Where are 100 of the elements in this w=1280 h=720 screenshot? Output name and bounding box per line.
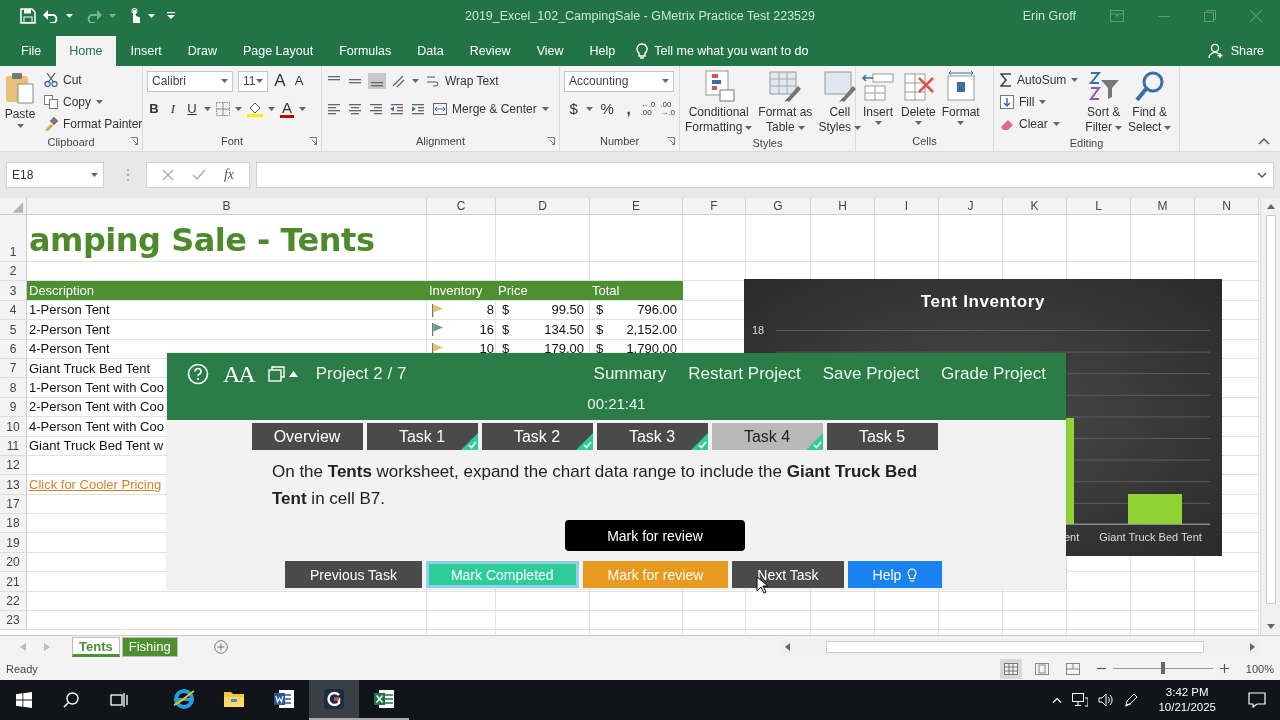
cell-styles-button[interactable]: Cell Styles — [817, 70, 863, 135]
undo-icon[interactable] — [42, 9, 60, 23]
borders-icon[interactable] — [216, 102, 230, 116]
task-tab[interactable]: Task 4 — [711, 423, 823, 450]
find-select-button[interactable]: Find & Select — [1127, 70, 1173, 135]
zoom-in-icon[interactable] — [1219, 664, 1229, 673]
task-button[interactable]: Help — [847, 561, 943, 588]
add-sheet-icon[interactable] — [213, 639, 228, 654]
task-view-icon[interactable] — [110, 692, 128, 708]
ribbon-tab[interactable]: Data — [404, 36, 457, 66]
clock-time[interactable]: 3:42 PM — [1165, 685, 1209, 700]
row-header[interactable]: 2 — [0, 262, 27, 282]
dialog-launcher-icon[interactable] — [130, 137, 138, 145]
panel-link[interactable]: Summary — [593, 364, 667, 384]
chevron-up-icon[interactable] — [1052, 697, 1063, 703]
format-as-table-button[interactable]: Format as Table — [757, 70, 814, 135]
increase-indent-icon[interactable] — [410, 102, 426, 116]
row-header[interactable]: 10 — [0, 417, 27, 437]
insert-cells-button[interactable]: Insert — [860, 70, 896, 133]
delete-cells-button[interactable]: Delete — [900, 70, 937, 133]
conditional-formatting-button[interactable]: Conditional Formatting — [684, 70, 754, 135]
sheet-tab[interactable]: Tents — [72, 636, 120, 657]
ribbon-tab[interactable]: File — [8, 36, 55, 66]
notifications-icon[interactable] — [1248, 692, 1266, 708]
row-header[interactable]: 23 — [0, 611, 27, 631]
underline-button[interactable]: U — [185, 100, 199, 118]
orientation-icon[interactable] — [391, 74, 407, 88]
ribbon-tab[interactable]: Draw — [174, 36, 230, 66]
hand-icon[interactable] — [128, 8, 142, 24]
sort-filter-button[interactable]: Sort & Filter — [1084, 70, 1124, 135]
zoom-slider-thumb[interactable] — [1160, 662, 1165, 674]
wrap-text-button[interactable]: Wrap Text — [424, 71, 501, 91]
name-box[interactable]: E18 — [6, 162, 104, 188]
insert-function-button[interactable]: fx — [223, 167, 234, 183]
row-header[interactable]: 13 — [0, 475, 27, 495]
decrease-decimal-button[interactable]: .00 →.0 — [660, 101, 675, 117]
ribbon-tab[interactable]: Page Layout — [229, 36, 327, 66]
ribbon-tab[interactable]: Help — [576, 36, 629, 66]
row-header[interactable]: 8 — [0, 378, 27, 398]
windows-start-icon[interactable] — [16, 692, 32, 708]
zoom-level[interactable]: 100% — [1245, 662, 1274, 675]
dialog-launcher-icon[interactable] — [547, 137, 555, 145]
align-right-icon[interactable] — [368, 102, 384, 116]
task-tab[interactable]: Task 3 — [596, 423, 708, 450]
ribbon-tab[interactable]: Formulas — [326, 36, 405, 66]
window-mode-button[interactable] — [267, 366, 298, 382]
vertical-scrollbar[interactable] — [1260, 198, 1280, 635]
task-tab[interactable]: Task 1 — [366, 423, 478, 450]
cut-button[interactable]: Cut — [42, 70, 145, 90]
format-painter-button[interactable]: Format Painter — [42, 114, 145, 134]
help-icon[interactable] — [187, 363, 209, 385]
align-left-icon[interactable] — [326, 102, 342, 116]
dialog-launcher-icon[interactable] — [309, 137, 317, 145]
share-button[interactable]: Share — [1207, 36, 1280, 66]
percent-button[interactable]: % — [600, 100, 615, 118]
number-format-dropdown[interactable]: Accounting — [564, 70, 674, 92]
mark-for-review-button[interactable]: Mark for review — [565, 520, 745, 551]
row-header[interactable]: 1 — [0, 215, 27, 262]
currency-button[interactable]: $ — [566, 100, 581, 118]
row-header[interactable]: 3 — [0, 281, 27, 301]
row-header[interactable]: 21 — [0, 572, 27, 592]
panel-link[interactable]: Grade Project — [941, 364, 1046, 384]
page-layout-view-icon[interactable] — [1034, 662, 1049, 675]
autosum-button[interactable]: AutoSum — [998, 70, 1081, 90]
align-bottom-icon[interactable] — [368, 73, 386, 89]
ribbon-tab[interactable]: Home — [56, 36, 116, 66]
row-header[interactable]: 18 — [0, 514, 27, 534]
ribbon-tab[interactable]: View — [523, 36, 577, 66]
network-icon[interactable] — [1072, 693, 1089, 707]
task-tab[interactable]: Task 5 — [826, 423, 938, 450]
decrease-indent-icon[interactable] — [389, 102, 405, 116]
align-center-icon[interactable] — [347, 102, 363, 116]
clear-button[interactable]: Clear — [998, 114, 1081, 134]
collapse-ribbon-icon[interactable] — [1258, 137, 1270, 145]
panel-link[interactable]: Save Project — [822, 364, 920, 384]
merge-center-button[interactable]: Merge & Center — [431, 99, 551, 119]
task-tab[interactable]: Task 2 — [481, 423, 593, 450]
fill-color-icon[interactable] — [247, 101, 263, 117]
panel-link[interactable]: Restart Project — [688, 364, 801, 384]
tell-me-search[interactable]: Tell me what you want to do — [628, 36, 809, 66]
formula-input[interactable] — [256, 162, 1274, 188]
volume-icon[interactable] — [1098, 693, 1115, 707]
text-size-button[interactable]: AA — [223, 360, 254, 388]
page-break-view-icon[interactable] — [1065, 662, 1080, 675]
save-icon[interactable] — [20, 8, 36, 24]
row-header[interactable]: 5 — [0, 320, 27, 340]
task-button[interactable]: Next Task — [732, 561, 844, 588]
ribbon-tab[interactable]: Insert — [117, 36, 175, 66]
expand-icon[interactable] — [1257, 172, 1267, 178]
paste-button[interactable]: Paste — [4, 70, 36, 134]
font-name-dropdown[interactable]: Calibri — [147, 70, 233, 92]
font-size-dropdown[interactable]: 11 — [238, 70, 268, 92]
dialog-launcher-icon[interactable] — [667, 137, 675, 145]
bold-button[interactable]: B — [147, 100, 161, 118]
task-button[interactable]: Previous Task — [285, 561, 422, 588]
grow-font-button[interactable]: A — [273, 72, 287, 90]
clock-date[interactable]: 10/21/2025 — [1158, 700, 1216, 715]
taskbar-app[interactable] — [309, 680, 359, 720]
increase-decimal-button[interactable]: ←.0 .00 — [640, 101, 656, 117]
comma-button[interactable]: , — [621, 100, 636, 118]
